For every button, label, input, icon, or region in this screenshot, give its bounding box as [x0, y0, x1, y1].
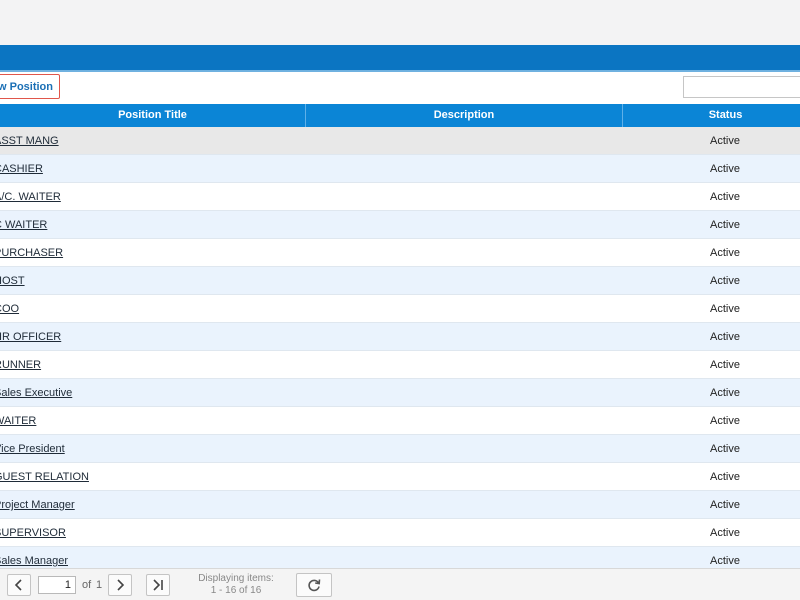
grid-body: ASST MANGActiveCASHIERActiveA/C. WAITERA…: [0, 127, 800, 575]
table-row[interactable]: COO Active: [0, 295, 800, 323]
header-divider: [0, 70, 800, 72]
status-cell: Active: [710, 303, 740, 315]
search-input[interactable]: [683, 76, 800, 98]
table-row[interactable]: CASHIER Active: [0, 155, 800, 183]
description-cell: [305, 183, 621, 211]
status-cell: Active: [710, 387, 740, 399]
new-position-button[interactable]: New Position: [0, 74, 60, 99]
status-cell: Active: [710, 527, 740, 539]
description-cell: [305, 211, 621, 239]
status-cell: Active: [710, 163, 740, 175]
status-cell: Active: [710, 499, 740, 511]
description-cell: [305, 435, 621, 463]
position-title-link[interactable]: SUPERVISOR: [0, 519, 66, 547]
table-row[interactable]: WAITER Active: [0, 407, 800, 435]
status-cell: Active: [710, 191, 740, 203]
status-cell: Active: [710, 135, 740, 147]
status-cell: Active: [710, 415, 740, 427]
description-cell: [305, 491, 621, 519]
table-row[interactable]: A/C. WAITER Active: [0, 183, 800, 211]
table-row[interactable]: Vice President Active: [0, 435, 800, 463]
position-title-link[interactable]: Sales Executive: [0, 379, 72, 407]
description-cell: [305, 323, 621, 351]
last-page-icon: [153, 579, 163, 591]
description-cell: [305, 407, 621, 435]
new-position-label: New Position: [0, 80, 53, 93]
grid-header: Position Title Description Status: [0, 104, 800, 127]
status-cell: Active: [710, 443, 740, 455]
table-row[interactable]: GUEST RELATION Active: [0, 463, 800, 491]
status-cell: Active: [710, 247, 740, 259]
table-row[interactable]: RUNNER Active: [0, 351, 800, 379]
pager: of 1 Displaying items: 1 - 16 of 16: [0, 568, 800, 600]
position-title-link[interactable]: COO: [0, 295, 19, 323]
table-row[interactable]: PURCHASER Active: [0, 239, 800, 267]
description-cell: [305, 519, 621, 547]
status-cell: Active: [710, 219, 740, 231]
display-info-range: 1 - 16 of 16: [210, 585, 262, 596]
table-row[interactable]: C WAITER Active: [0, 211, 800, 239]
status-cell: Active: [710, 359, 740, 371]
position-title-link[interactable]: WAITER: [0, 407, 36, 435]
position-title-link[interactable]: C WAITER: [0, 211, 47, 239]
description-cell: [305, 127, 621, 155]
display-info-label: Displaying items:: [198, 573, 274, 584]
of-label: of: [82, 579, 92, 591]
description-cell: [305, 295, 621, 323]
table-row[interactable]: Project Manager Active: [0, 491, 800, 519]
description-cell: [305, 379, 621, 407]
position-title-link[interactable]: RUNNER: [0, 351, 41, 379]
header-bar: [0, 45, 800, 70]
column-header-description[interactable]: Description: [305, 104, 622, 127]
position-title-link[interactable]: Project Manager: [0, 491, 75, 519]
column-header-status[interactable]: Status: [622, 104, 800, 127]
status-cell: Active: [710, 331, 740, 343]
position-title-link[interactable]: Vice President: [0, 435, 65, 463]
table-row[interactable]: Sales Executive Active: [0, 379, 800, 407]
position-title-link[interactable]: CASHIER: [0, 155, 43, 183]
position-title-link[interactable]: PURCHASER: [0, 239, 63, 267]
table-row[interactable]: HOST Active: [0, 267, 800, 295]
chevron-right-icon: [117, 579, 125, 591]
next-page-button[interactable]: [108, 574, 132, 596]
top-area: [0, 0, 800, 45]
position-title-link[interactable]: HOST: [0, 267, 25, 295]
status-cell: Active: [710, 471, 740, 483]
chevron-left-icon: [14, 579, 22, 591]
table-row[interactable]: ASST MANG Active: [0, 127, 800, 155]
position-title-link[interactable]: HR OFFICER: [0, 323, 61, 351]
column-header-position-title[interactable]: Position Title: [0, 104, 305, 127]
total-pages: 1: [96, 579, 103, 591]
status-cell: Active: [710, 275, 740, 287]
description-cell: [305, 267, 621, 295]
description-cell: [305, 155, 621, 183]
description-cell: [305, 463, 621, 491]
page-number-input[interactable]: [38, 576, 76, 594]
display-info: Displaying items: 1 - 16 of 16: [194, 573, 278, 597]
table-row[interactable]: SUPERVISOR Active: [0, 519, 800, 547]
position-title-link[interactable]: ASST MANG: [0, 127, 59, 155]
refresh-icon: [308, 579, 321, 592]
position-title-link[interactable]: A/C. WAITER: [0, 183, 61, 211]
description-cell: [305, 239, 621, 267]
last-page-button[interactable]: [146, 574, 170, 596]
position-title-link[interactable]: GUEST RELATION: [0, 463, 89, 491]
description-cell: [305, 351, 621, 379]
table-row[interactable]: HR OFFICER Active: [0, 323, 800, 351]
refresh-button[interactable]: [296, 573, 332, 597]
prev-page-button[interactable]: [7, 574, 31, 596]
